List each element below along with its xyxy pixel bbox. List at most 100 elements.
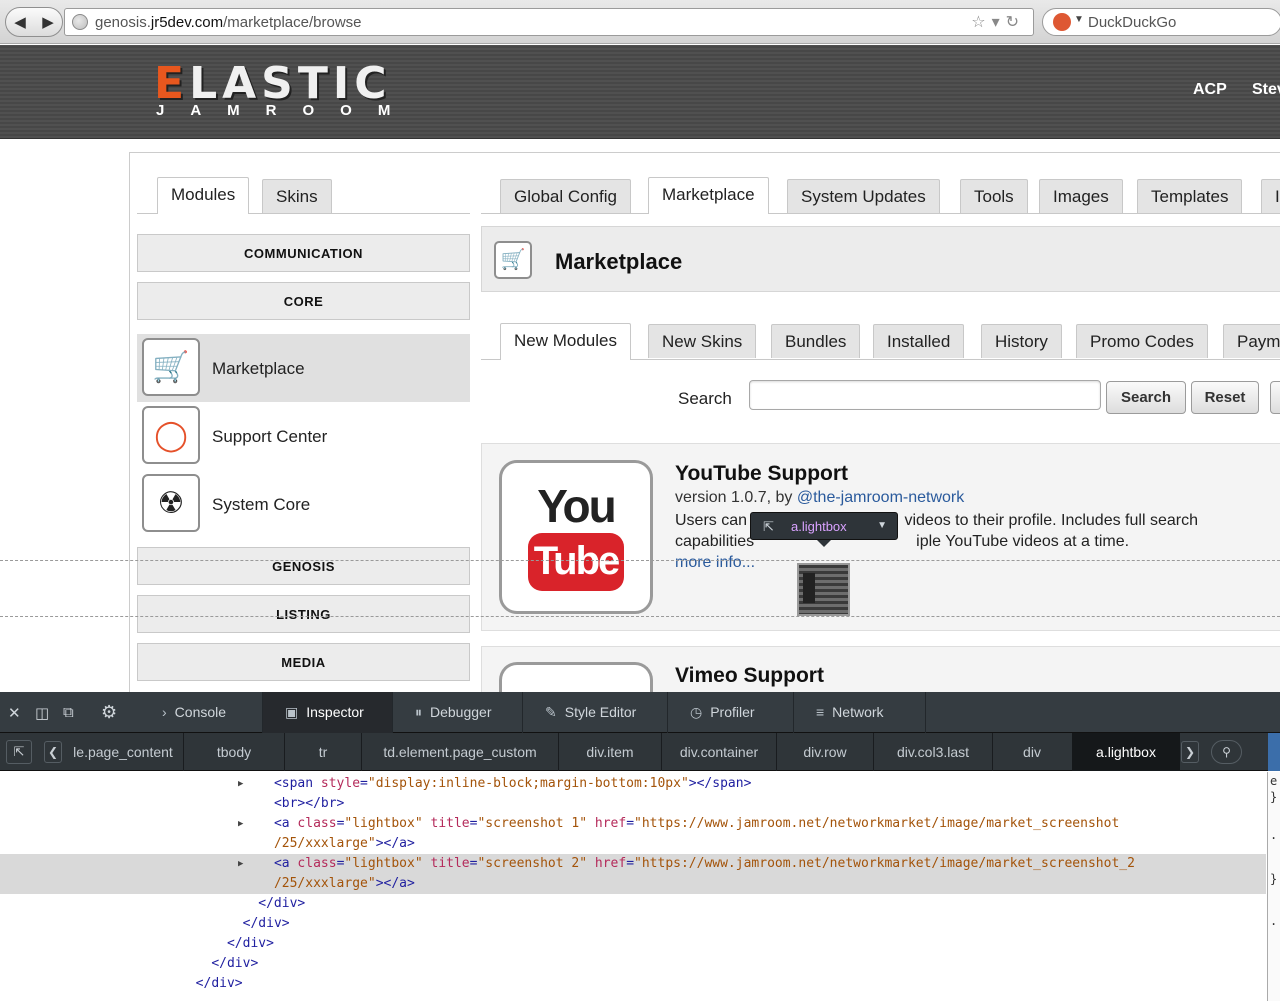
markup-node[interactable]: </div> (0, 894, 1266, 914)
category-listing[interactable]: LISTING (137, 595, 470, 633)
back-forward-buttons[interactable]: ◀ ▶ (5, 7, 63, 37)
duckduckgo-icon (1053, 13, 1071, 31)
author-link[interactable]: @the-jamroom-network (797, 489, 964, 506)
dropdown-arrow-icon[interactable]: ▾ (992, 14, 1006, 31)
tab-global-config[interactable]: Global Config (500, 179, 632, 213)
bookmark-star-icon[interactable]: ☆ (971, 14, 991, 31)
sidebar-item-marketplace[interactable]: 🛒 Marketplace (137, 334, 470, 402)
search-icon[interactable]: ⚲ (1211, 740, 1242, 764)
category-core[interactable]: CORE (137, 282, 470, 320)
subtab-payments[interactable]: Paym (1223, 324, 1280, 358)
tab-label: Network (832, 704, 884, 720)
markup-node[interactable]: <br></br> (0, 794, 1266, 814)
back-arrow-icon[interactable]: ◀ (6, 13, 34, 31)
reset-button[interactable]: Reset (1191, 381, 1259, 414)
tab-tools[interactable]: Tools (960, 179, 1028, 213)
markup-node[interactable]: ▶ <a class="lightbox" title="screenshot … (0, 814, 1266, 834)
devtools-tab-style-editor[interactable]: ✎ Style Editor (523, 692, 668, 733)
header-link-user[interactable]: Stev (1252, 81, 1280, 99)
subtab-history[interactable]: History (981, 324, 1062, 358)
markup-node[interactable]: ▶ <span style="display:inline-block;marg… (0, 774, 1266, 794)
tab-images[interactable]: Images (1039, 179, 1123, 213)
expand-triangle-icon[interactable]: ▶ (238, 774, 243, 794)
code-token: /25/xxxlarge" (273, 836, 376, 851)
pick-element-icon[interactable]: ⇱ (6, 740, 32, 764)
category-media[interactable]: MEDIA (137, 643, 470, 681)
screenshot-thumbnail[interactable] (797, 563, 850, 616)
breadcrumb-item-selected[interactable]: a.lightbox (1072, 733, 1180, 771)
code-token: class (297, 856, 337, 871)
chevron-down-icon[interactable]: ▼ (877, 520, 887, 531)
code-token: href (594, 816, 627, 831)
expand-triangle-icon[interactable]: ▶ (238, 814, 243, 834)
profiler-icon: ◷ (690, 704, 703, 720)
tab-skins[interactable]: Skins (262, 179, 332, 213)
breadcrumb-item[interactable]: le.page_content (63, 733, 183, 771)
breadcrumb-item[interactable]: div.item (559, 733, 661, 771)
tab-modules[interactable]: Modules (157, 177, 250, 214)
subtab-new-skins[interactable]: New Skins (648, 324, 757, 358)
markup-node-cont: /25/xxxlarge"></a> (0, 834, 1266, 854)
devtools-tab-inspector[interactable]: ▣ Inspector (263, 692, 393, 733)
markup-node[interactable]: </div> (0, 974, 1266, 994)
tab-marketplace[interactable]: Marketplace (648, 177, 769, 214)
code-token: "screenshot 1" (477, 816, 588, 831)
markup-node[interactable]: </div> (0, 914, 1266, 934)
code-token: </div> (226, 936, 274, 951)
subtab-bundles[interactable]: Bundles (771, 324, 861, 358)
inspector-tooltip[interactable]: ⇱ a.lightbox ▼ (750, 512, 898, 547)
dock-icon[interactable]: ◫ (35, 704, 49, 722)
marketplace-search-input[interactable] (749, 380, 1101, 410)
extra-button[interactable] (1270, 381, 1280, 414)
chevron-right-icon[interactable]: ❯ (1181, 741, 1199, 763)
breadcrumb-item[interactable]: div.col3.last (874, 733, 992, 771)
markup-node-selected[interactable]: ▶ <a class="lightbox" title="screenshot … (0, 854, 1266, 894)
code-token: title (430, 816, 470, 831)
browser-search-field[interactable]: ▼ DuckDuckGo (1042, 8, 1280, 36)
close-icon[interactable]: ✕ (8, 704, 21, 722)
breadcrumb-item[interactable]: div.container (662, 733, 776, 771)
code-token: <span (273, 776, 321, 791)
expand-triangle-icon[interactable]: ▶ (238, 854, 243, 874)
code-token: "lightbox" (344, 816, 423, 831)
tab-system-updates[interactable]: System Updates (787, 179, 940, 213)
forward-arrow-icon[interactable]: ▶ (34, 13, 62, 31)
header-link-acp[interactable]: ACP (1193, 81, 1227, 99)
gear-icon[interactable]: ⚙ (101, 702, 117, 723)
breadcrumb-item[interactable]: div.row (777, 733, 873, 771)
markup-node[interactable]: </div> (0, 934, 1266, 954)
window-icon[interactable]: ⧉ (63, 704, 74, 721)
breadcrumb-item[interactable]: td.element.page_custom (362, 733, 558, 771)
breadcrumb-item[interactable]: div (993, 733, 1071, 771)
inspector-guide-line (0, 560, 1280, 561)
breadcrumb-item[interactable]: tbody (184, 733, 284, 771)
more-info-link[interactable]: more info... (675, 554, 755, 572)
address-bar[interactable]: genosis.jr5dev.com/marketplace/browse ☆▾… (64, 8, 1034, 36)
category-genosis[interactable]: GENOSIS (137, 547, 470, 585)
subtab-promo-codes[interactable]: Promo Codes (1076, 324, 1208, 358)
tab-overflow[interactable]: I (1261, 179, 1280, 213)
inspector-icon: ▣ (285, 704, 299, 720)
youtube-logo[interactable]: You Tube (499, 460, 653, 614)
chevron-down-icon[interactable]: ▼ (1074, 14, 1084, 25)
tab-templates[interactable]: Templates (1137, 179, 1243, 213)
category-communication[interactable]: COMMUNICATION (137, 234, 470, 272)
subtab-new-modules[interactable]: New Modules (500, 323, 631, 360)
devtools-tab-debugger[interactable]: ⏸ Debugger (393, 692, 523, 733)
sidebar-toggle[interactable] (1268, 733, 1280, 771)
subtab-installed[interactable]: Installed (873, 324, 965, 358)
code-token: "https://www.jamroom.net/networkmarket/i… (634, 856, 1135, 871)
devtools-tab-network[interactable]: ≡ Network (794, 692, 926, 733)
side-char: } (1270, 872, 1278, 886)
search-button[interactable]: Search (1106, 381, 1186, 414)
item-title[interactable]: YouTube Support (675, 462, 848, 486)
chevron-left-icon[interactable]: ❮ (44, 741, 62, 763)
sidebar-item-support-center[interactable]: ◯ Support Center (137, 402, 470, 470)
devtools-tab-console[interactable]: › Console (140, 692, 263, 733)
sidebar-item-system-core[interactable]: ☢ System Core (137, 470, 470, 538)
devtools-tab-profiler[interactable]: ◷ Profiler (668, 692, 794, 733)
item-title[interactable]: Vimeo Support (675, 664, 824, 688)
breadcrumb-item[interactable]: tr (285, 733, 361, 771)
markup-node[interactable]: </div> (0, 954, 1266, 974)
reload-icon[interactable]: ↻ (1006, 14, 1025, 31)
